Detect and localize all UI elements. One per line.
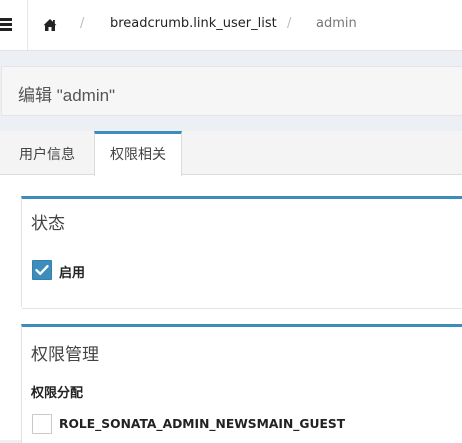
breadcrumb-separator: / (80, 16, 85, 31)
breadcrumb-separator: / (287, 16, 292, 31)
top-navbar: / breadcrumb.link_user_list / admin (0, 0, 462, 51)
permissions-box: 权限管理 权限分配 ROLE_SONATA_ADMIN_NEWSMAIN_GUE… (21, 324, 462, 443)
home-icon[interactable] (42, 17, 58, 33)
tab-permissions[interactable]: 权限相关 (94, 131, 182, 176)
status-box-title: 状态 (31, 214, 65, 234)
role-label: ROLE_SONATA_ADMIN_NEWSMAIN_GUEST (59, 417, 346, 431)
navbar-divider (27, 0, 28, 50)
assign-permissions-label: 权限分配 (31, 386, 84, 401)
section-divider (22, 308, 462, 309)
page-header: 编辑 "admin" (1, 66, 462, 116)
enabled-checkbox[interactable] (32, 260, 52, 280)
breadcrumb-current: admin (316, 16, 357, 31)
status-box: 状态 启用 (21, 196, 462, 309)
tab-user-info[interactable]: 用户信息 (0, 131, 94, 175)
enabled-label: 启用 (59, 266, 86, 281)
page-title: 编辑 "admin" (18, 86, 116, 105)
menu-toggle-icon[interactable] (0, 18, 14, 32)
checkmark-icon (35, 265, 49, 275)
breadcrumb-link-user-list[interactable]: breadcrumb.link_user_list (110, 16, 277, 31)
permissions-box-title: 权限管理 (31, 345, 99, 365)
role-checkbox[interactable] (32, 414, 52, 434)
